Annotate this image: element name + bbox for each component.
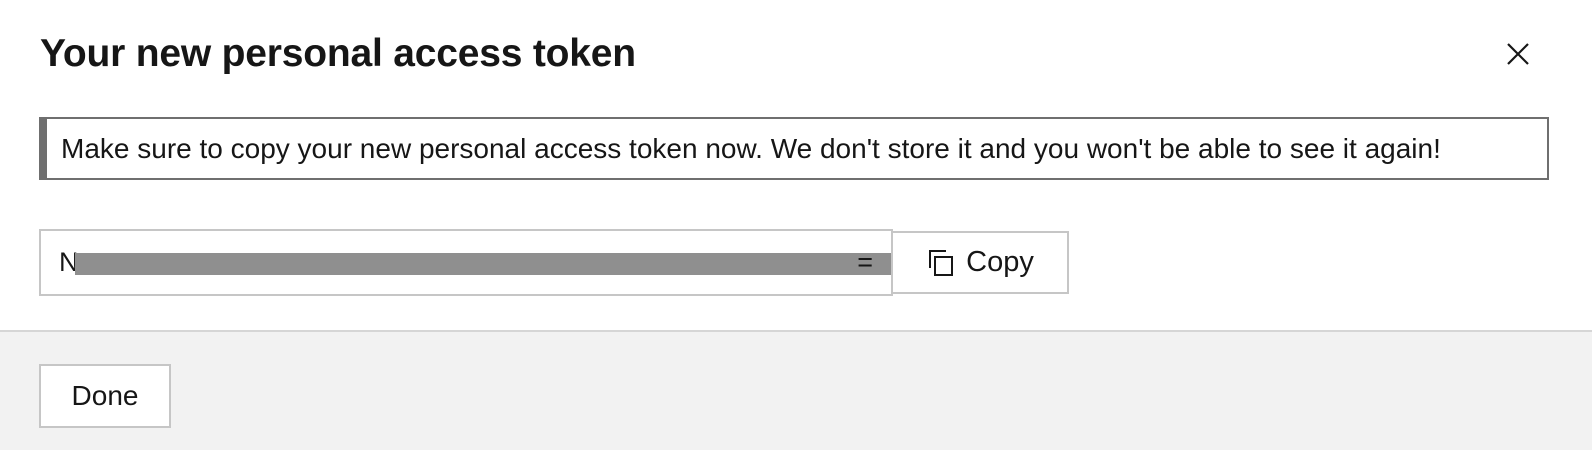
- dialog-header: Your new personal access token: [40, 28, 1552, 80]
- token-redaction-bar: [75, 253, 891, 275]
- token-field[interactable]: N =: [39, 229, 893, 296]
- close-icon: [1507, 43, 1529, 65]
- token-dialog: Your new personal access token Make sure…: [0, 0, 1592, 450]
- copy-button-label: Copy: [966, 246, 1034, 278]
- notice-text: Make sure to copy your new personal acce…: [61, 132, 1441, 164]
- done-button[interactable]: Done: [39, 364, 171, 428]
- token-row: N = Copy: [39, 229, 1069, 296]
- token-suffix: =: [857, 247, 873, 277]
- dialog-footer: Done: [0, 330, 1592, 450]
- close-button[interactable]: [1494, 30, 1542, 78]
- warning-notice: Make sure to copy your new personal acce…: [39, 117, 1549, 180]
- dialog-title: Your new personal access token: [40, 32, 636, 75]
- copy-icon: [929, 249, 954, 276]
- copy-button[interactable]: Copy: [893, 231, 1069, 294]
